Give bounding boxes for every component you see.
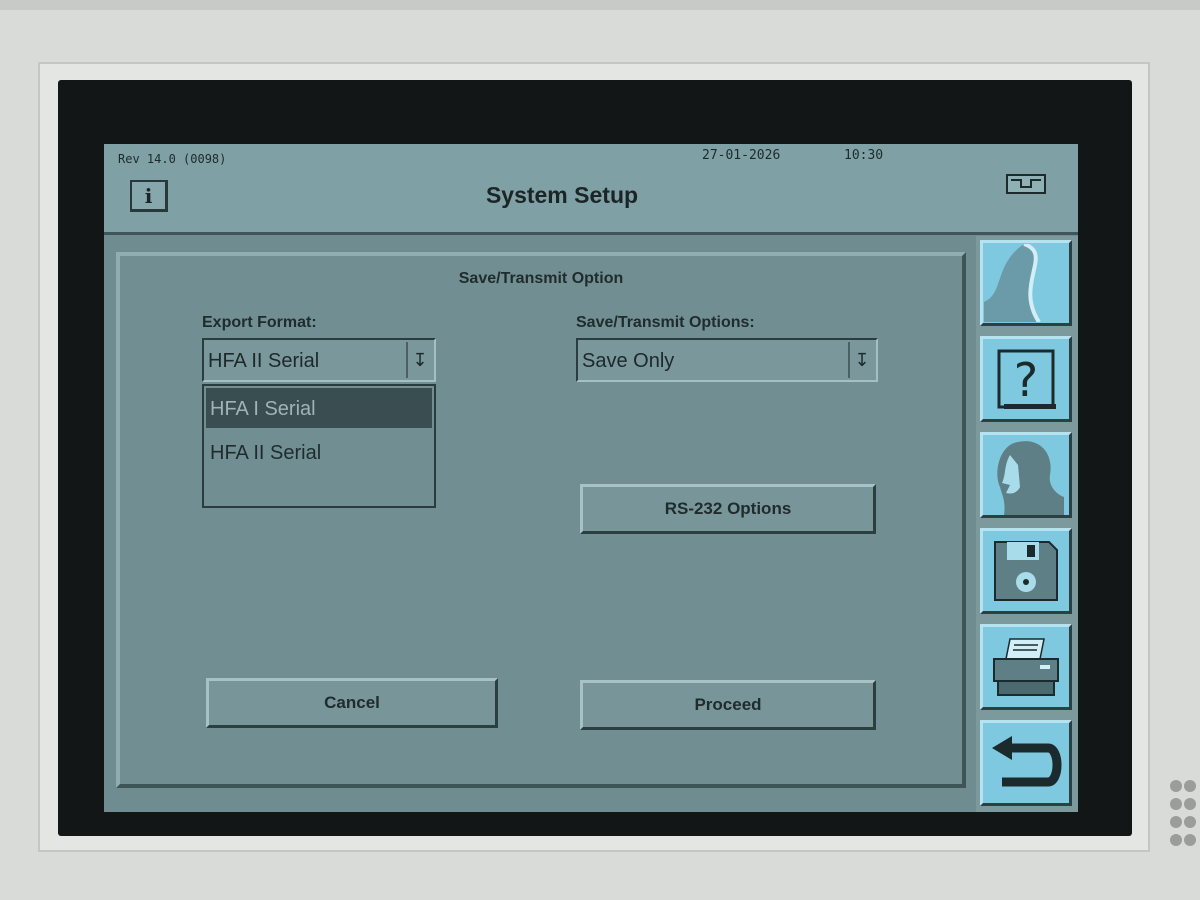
floppy-disk-icon	[994, 541, 1058, 601]
wave-icon	[984, 244, 1041, 322]
list-item[interactable]: HFA I Serial	[206, 388, 432, 428]
save-transmit-dialog: Save/Transmit Option Export Format: HFA …	[116, 252, 966, 788]
export-format-dropdown[interactable]: HFA II Serial ↧	[202, 338, 436, 382]
patient-icon	[997, 441, 1064, 515]
save-transmit-value: Save Only	[582, 350, 675, 372]
printer-icon	[993, 638, 1059, 696]
return-button[interactable]	[980, 720, 1072, 806]
time-text: 10:30	[844, 148, 884, 163]
side-toolbar: ?	[976, 236, 1078, 812]
svg-text:?: ?	[1014, 353, 1038, 407]
page-title: System Setup	[485, 182, 639, 208]
device-top-edge	[0, 0, 1200, 10]
cancel-button[interactable]: Cancel	[206, 678, 498, 728]
save-disk-button[interactable]	[980, 528, 1072, 614]
export-format-value: HFA II Serial	[208, 350, 320, 372]
export-format-list: HFA I Serial HFA II Serial	[202, 384, 436, 508]
display-screen: Rev 14.0 (0098) 27-01-2026 10:30 i Syste…	[104, 144, 1078, 812]
save-transmit-label: Save/Transmit Options:	[576, 314, 755, 331]
dialog-title: Save/Transmit Option	[458, 270, 624, 287]
dropdown-arrow-icon[interactable]: ↧	[406, 342, 432, 378]
list-item[interactable]: HFA II Serial	[206, 432, 432, 472]
revision-text: Rev 14.0 (0098)	[118, 152, 227, 166]
help-icon: ?	[997, 349, 1056, 409]
help-button[interactable]: ?	[980, 336, 1072, 422]
print-button[interactable]	[980, 624, 1072, 710]
wave-button[interactable]	[980, 240, 1072, 326]
speaker-grille	[1170, 780, 1196, 850]
patient-button[interactable]	[980, 432, 1072, 518]
rs232-options-button[interactable]: RS-232 Options	[580, 484, 876, 534]
proceed-button[interactable]: Proceed	[580, 680, 876, 730]
export-format-label: Export Format:	[202, 314, 317, 331]
tray-icon	[1006, 174, 1046, 194]
return-icon	[992, 736, 1062, 787]
dropdown-arrow-icon[interactable]: ↧	[848, 342, 874, 378]
date-text: 27-01-2026	[702, 148, 781, 163]
title-bar: Rev 14.0 (0098) 27-01-2026 10:30 i Syste…	[104, 144, 1078, 235]
save-transmit-dropdown[interactable]: Save Only ↧	[576, 338, 878, 382]
